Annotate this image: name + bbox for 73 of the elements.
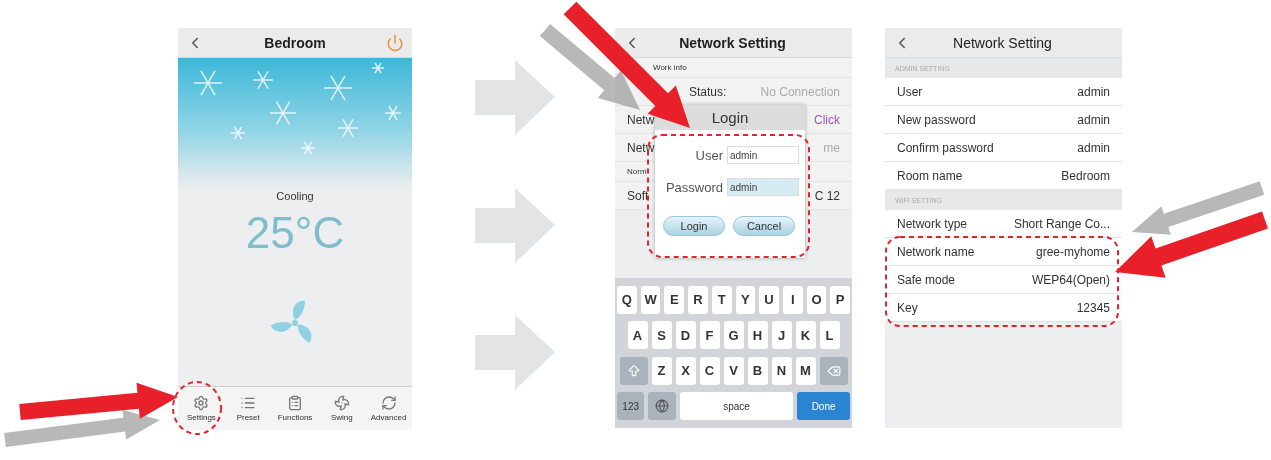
row-label: Norm (627, 167, 647, 176)
gear-icon (193, 395, 210, 411)
keyboard-key[interactable]: T (711, 285, 732, 314)
keyboard-key[interactable]: I (782, 285, 803, 314)
keyboard-key[interactable]: Z (651, 356, 672, 385)
keyboard-key[interactable]: E (664, 285, 685, 314)
row-label: Status: (689, 84, 727, 99)
keyboard-key[interactable]: G (723, 321, 744, 350)
keyboard-key[interactable]: Y (735, 285, 756, 314)
field-label: Password (665, 179, 723, 195)
input-field[interactable]: admin (727, 178, 799, 196)
keyboard-key[interactable]: K (795, 321, 816, 350)
keyboard-key[interactable]: H (747, 321, 768, 350)
screen-title: Network Setting (678, 34, 787, 51)
backspace-icon (826, 363, 841, 378)
tab-bar-item[interactable]: Functions (271, 387, 319, 430)
keyboard-key[interactable]: D (675, 321, 696, 350)
row-label: Work info (653, 63, 687, 72)
keyboard-key[interactable]: Q (617, 285, 637, 314)
row-value: me (823, 140, 840, 155)
keyboard-key[interactable]: A (627, 321, 648, 350)
row-value: No Connection (760, 84, 840, 99)
fan-icon (333, 395, 350, 411)
screen-title: Network Setting (952, 34, 1053, 51)
field-label: User (695, 147, 723, 163)
highlight-outline (172, 381, 222, 435)
tab-bar-item[interactable]: Settings (178, 387, 225, 430)
keyboard-key[interactable]: R (688, 285, 708, 314)
list-icon (240, 395, 257, 411)
keyboard-key[interactable]: J (771, 321, 792, 350)
keyboard-key[interactable]: L (819, 321, 840, 350)
settings-row[interactable]: Confirm password admin (885, 134, 1122, 162)
keyboard-key[interactable]: P (830, 285, 850, 314)
keyboard-key[interactable]: M (795, 356, 816, 385)
row-label: Netw (627, 140, 655, 155)
tab-bar-item[interactable]: Preset (224, 387, 272, 430)
globe-icon (655, 399, 670, 414)
settings-row[interactable]: Network name gree-myhome (885, 238, 1122, 266)
keyboard-key[interactable]: X (675, 356, 696, 385)
mode-label: Cooling (276, 190, 314, 202)
refresh-icon (380, 395, 397, 411)
keyboard-key[interactable]: C (699, 356, 720, 385)
row-label: Netw (627, 112, 655, 127)
row-value: Click (814, 112, 840, 127)
keyboard-key[interactable]: N (771, 356, 792, 385)
keyboard-key[interactable]: U (759, 285, 779, 314)
temperature-reading: 25°C (245, 208, 345, 258)
row-label: Soft (627, 188, 649, 203)
screen-title: Bedroom (263, 34, 327, 51)
keyboard-key[interactable]: B (747, 356, 768, 385)
keyboard-key[interactable]: 123 (617, 392, 645, 421)
keyboard-key[interactable]: S (651, 321, 672, 350)
settings-row[interactable]: Safe mode WEP64(Open) (885, 266, 1122, 294)
keyboard-key[interactable]: V (723, 356, 744, 385)
settings-row[interactable]: Key 12345 (885, 294, 1122, 322)
settings-row[interactable]: New password admin (885, 106, 1122, 134)
globe-key[interactable] (648, 392, 676, 421)
settings-row[interactable]: Network type Short Range Co... (885, 210, 1122, 238)
tab-bar-item[interactable]: Advanced (365, 387, 412, 430)
keyboard-key[interactable]: F (699, 321, 720, 350)
tab-bar-item[interactable]: Swing (318, 387, 366, 430)
keyboard-key[interactable]: space (679, 392, 794, 421)
settings-row[interactable]: Room name Bedroom (885, 162, 1122, 190)
input-field[interactable]: admin (727, 146, 799, 164)
keyboard-key[interactable]: W (640, 285, 661, 314)
row-value: C 12 (814, 188, 840, 203)
clipboard-icon (287, 395, 303, 411)
dialog-button[interactable]: Cancel (733, 216, 795, 236)
keyboard-key[interactable]: O (806, 285, 827, 314)
keyboard-key[interactable]: Done (797, 392, 850, 421)
settings-row[interactable]: User admin (885, 78, 1122, 106)
shift-icon (626, 363, 641, 378)
dialog-button[interactable]: Login (663, 216, 725, 236)
